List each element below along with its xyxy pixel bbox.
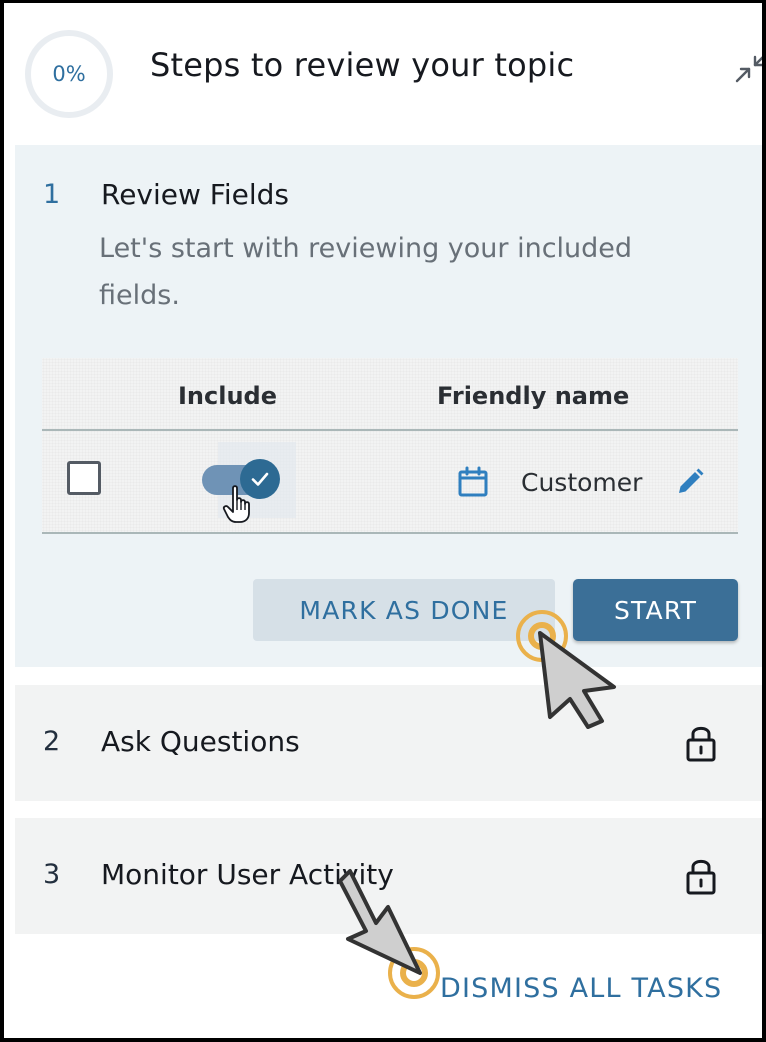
step-number: 2 [43,726,61,757]
table-bottom-divider [42,532,738,534]
row-select-checkbox[interactable] [67,461,101,495]
progress-percent: 0% [52,62,86,86]
step-title: Ask Questions [101,725,300,758]
step-review-fields: 1 Review Fields Let's start with reviewi… [15,145,762,667]
fields-table: Include Friendly name Customer [42,358,738,534]
lock-icon [686,726,716,762]
friendly-name-value: Customer [521,468,643,497]
mark-as-done-button[interactable]: MARK AS DONE [253,579,555,641]
step-number: 1 [43,179,61,210]
step-number: 3 [43,859,61,890]
collapse-arrows-icon[interactable] [732,47,766,87]
arrow-cursor-icon [338,869,422,975]
column-header-friendly-name: Friendly name [437,382,630,410]
column-header-include: Include [178,382,278,410]
hand-pointer-cursor-icon [222,485,250,523]
step-title[interactable]: Review Fields [101,178,289,211]
review-topic-panel: 0% Steps to review your topic 1 Review F… [0,0,766,1042]
step-ask-questions: 2 Ask Questions [15,685,762,801]
dismiss-all-tasks-link[interactable]: DISMISS ALL TASKS [440,973,722,1004]
step-description: Let's start with reviewing your included… [99,233,633,311]
panel-title: Steps to review your topic [150,46,575,84]
pencil-icon[interactable] [674,466,706,498]
arrow-cursor-icon [538,631,616,729]
table-header-divider [42,429,738,431]
calendar-icon [458,466,488,497]
lock-icon [686,859,716,895]
progress-ring: 0% [25,30,113,118]
